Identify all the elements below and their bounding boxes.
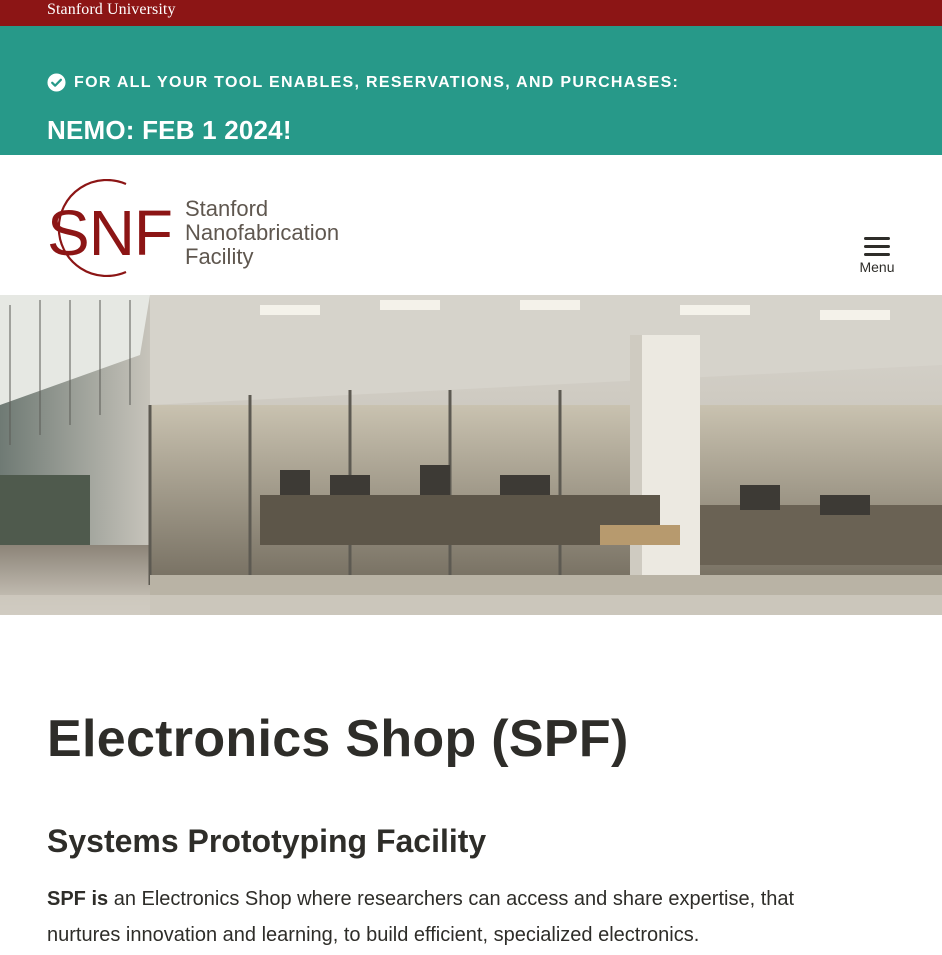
snf-logo: SNF Stanford Nanofabrication Facility — [47, 179, 339, 277]
hamburger-icon — [864, 237, 890, 257]
alert-label: For all your tool enables, reservations,… — [74, 74, 680, 91]
lab-interior-photo — [0, 295, 942, 615]
alert-banner: For all your tool enables, reservations,… — [0, 26, 942, 155]
stanford-university-link[interactable]: Stanford University — [47, 1, 176, 19]
intro-paragraph: SPF is an Electronics Shop where researc… — [47, 881, 867, 953]
alert-headline-link[interactable]: NEMO: FEB 1 2024! — [47, 115, 292, 146]
menu-label: Menu — [859, 259, 895, 275]
site-header: SNF Stanford Nanofabrication Facility Me… — [0, 155, 942, 295]
logo-line-facility: Facility — [185, 244, 253, 269]
page-title: Electronics Shop (SPF) — [47, 710, 629, 768]
check-circle-icon — [47, 73, 66, 92]
hero-image — [0, 295, 942, 615]
menu-button[interactable]: Menu — [854, 237, 900, 277]
page-subtitle: Systems Prototyping Facility — [47, 823, 487, 859]
logo-line-stanford: Stanford — [185, 196, 268, 221]
main-content: Electronics Shop (SPF) Systems Prototypi… — [0, 709, 942, 953]
intro-text: an Electronics Shop where researchers ca… — [47, 888, 795, 946]
logo-letters: SNF — [47, 197, 172, 269]
intro-bold: SPF is — [47, 888, 109, 910]
global-header: Stanford University — [0, 0, 942, 26]
logo-line-nanofabrication: Nanofabrication — [185, 220, 339, 245]
